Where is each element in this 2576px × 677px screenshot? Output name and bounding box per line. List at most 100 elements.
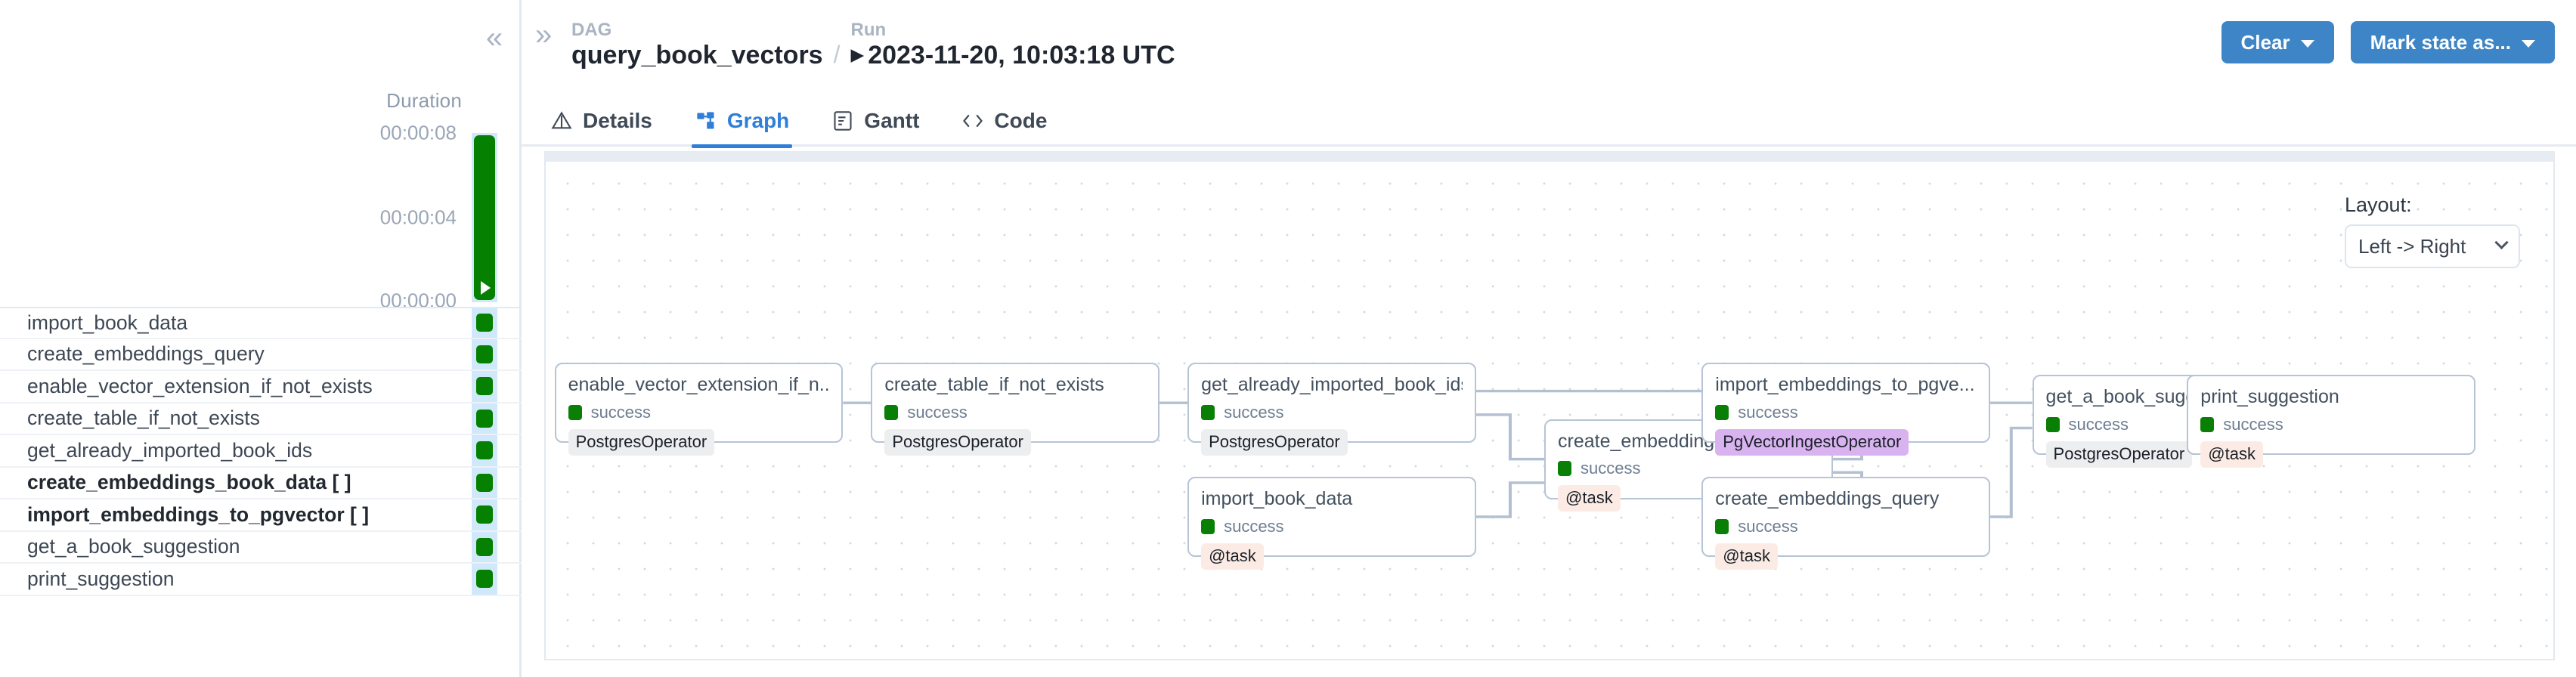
view-tabs: Details Graph Gantt Code [522,97,2576,147]
dag-graph-canvas[interactable]: Layout: Left -> Right enable_vector_exte… [544,151,2555,660]
graph-node-state-label: success [1581,459,1640,478]
status-square-success [476,377,493,395]
graph-node-state: success [568,403,830,422]
task-row[interactable]: get_already_imported_book_ids [0,435,522,468]
task-row[interactable]: create_embeddings_book_data [ ] [0,468,522,500]
layout-select-value: Left -> Right [2358,235,2466,258]
graph-node-state: success [1558,459,1819,478]
tab-graph[interactable]: Graph [692,96,792,146]
task-row[interactable]: import_book_data [0,307,522,339]
graph-node-title: get_already_imported_book_ids [1201,375,1463,396]
tab-label: Gantt [864,109,919,133]
clear-button[interactable]: Clear [2221,21,2334,63]
chevron-down-icon [2494,235,2508,249]
task-row-label: create_embeddings_book_data [ ] [0,471,351,494]
duration-axis-tick: 00:00:08 [380,122,457,145]
gantt-chart-icon [831,110,854,132]
status-square-success [884,405,898,420]
airflow-dag-run-page: « Duration 00:00:08 00:00:04 00:00:00 im… [0,0,2576,677]
status-square-success [476,505,493,524]
graph-node[interactable]: get_already_imported_book_idssuccessPost… [1187,363,1476,443]
graph-node-operator-badge: PostgresOperator [1201,429,1348,456]
play-triangle-icon [481,281,491,295]
duration-bar[interactable] [474,135,495,300]
graph-node-title: enable_vector_extension_if_n... [568,375,830,396]
task-status-cell[interactable] [472,403,497,434]
task-row-label: enable_vector_extension_if_not_exists [0,375,373,398]
tab-code[interactable]: Code [958,96,1050,146]
clear-button-label: Clear [2241,31,2290,54]
task-row-label: print_suggestion [0,567,174,591]
task-row[interactable]: import_embeddings_to_pgvector [ ] [0,499,522,532]
chevron-down-icon [2301,40,2314,48]
breadcrumb-run: Run ▶ 2023-11-20, 10:03:18 UTC [850,20,1175,70]
graph-node[interactable]: import_embeddings_to_pgve...successPgVec… [1701,363,1990,443]
status-square-success [476,441,493,459]
graph-node-state: success [1201,403,1463,422]
run-play-icon: ▶ [850,45,864,65]
task-row-label: create_table_if_not_exists [0,407,260,430]
task-row[interactable]: enable_vector_extension_if_not_exists [0,371,522,403]
breadcrumb-separator: / [834,41,841,69]
graph-node[interactable]: create_embeddings_querysuccess@task [1701,477,1990,557]
task-row[interactable]: get_a_book_suggestion [0,532,522,564]
layout-control: Layout: Left -> Right [2345,193,2520,268]
task-status-cell[interactable] [472,499,497,530]
graph-node-state-label: success [907,403,967,422]
status-square-success [1201,405,1215,420]
page-topbar: » DAG query_book_vectors / Run ▶ 2023-11… [522,0,2576,97]
breadcrumb-run-label: Run [850,20,1175,41]
graph-node[interactable]: import_book_datasuccess@task [1187,477,1476,557]
task-row[interactable]: print_suggestion [0,564,522,596]
graph-node-state: success [884,403,1146,422]
tab-details[interactable]: Details [547,96,655,146]
task-status-cell[interactable] [472,371,497,402]
task-row-label: import_embeddings_to_pgvector [ ] [0,503,369,527]
status-square-success [1201,519,1215,534]
breadcrumb-run-value[interactable]: 2023-11-20, 10:03:18 UTC [868,41,1175,70]
graph-node-operator-badge: PostgresOperator [568,429,715,456]
status-square-success [2200,417,2214,432]
graph-node-title: create_table_if_not_exists [884,375,1146,396]
graph-node-operator-badge: @task [1201,543,1264,570]
code-brackets-icon [961,110,984,132]
graph-node[interactable]: create_table_if_not_existssuccessPostgre… [871,363,1160,443]
status-square-success [476,314,493,332]
tab-label: Details [583,109,652,133]
graph-node-state: success [1201,517,1463,536]
graph-node-state-label: success [1738,403,1797,422]
breadcrumb-dag: DAG query_book_vectors [571,20,823,70]
task-row[interactable]: create_embeddings_query [0,339,522,372]
topbar-actions: Clear Mark state as... [2221,21,2555,63]
layout-select[interactable]: Left -> Right [2345,224,2520,268]
duration-bar-chart: 00:00:08 00:00:04 00:00:00 [0,113,522,307]
mark-state-button[interactable]: Mark state as... [2351,21,2555,63]
graph-node[interactable]: print_suggestionsuccess@task [2187,375,2475,455]
task-row[interactable]: create_table_if_not_exists [0,403,522,436]
graph-node[interactable]: enable_vector_extension_if_n...successPo… [555,363,844,443]
chevron-double-right-icon[interactable]: » [535,20,552,50]
task-row-label: create_embeddings_query [0,342,265,366]
graph-node-operator-badge: @task [2200,441,2263,468]
task-status-cell[interactable] [472,339,497,370]
graph-node-state-label: success [591,403,651,422]
task-status-cell[interactable] [472,564,497,595]
status-square-success [476,538,493,556]
breadcrumb-dag-name[interactable]: query_book_vectors [571,41,823,70]
graph-node-state-label: success [1224,517,1283,536]
task-status-cell[interactable] [472,435,497,466]
status-square-success [568,405,582,420]
status-square-success [476,410,493,428]
breadcrumb-dag-label: DAG [571,20,823,41]
chevron-down-icon [2522,40,2535,48]
task-status-cell[interactable] [472,532,497,563]
main-panel: » DAG query_book_vectors / Run ▶ 2023-11… [522,0,2576,677]
chevron-double-left-icon[interactable]: « [478,21,511,54]
graph-node-state: success [1715,517,1977,536]
task-status-cell[interactable] [472,468,497,499]
status-square-success [2046,417,2060,432]
breadcrumb: DAG query_book_vectors / Run ▶ 2023-11-2… [571,20,1175,70]
tab-gantt[interactable]: Gantt [828,96,922,146]
task-status-cell[interactable] [472,308,497,338]
graph-node-title: print_suggestion [2200,387,2462,408]
